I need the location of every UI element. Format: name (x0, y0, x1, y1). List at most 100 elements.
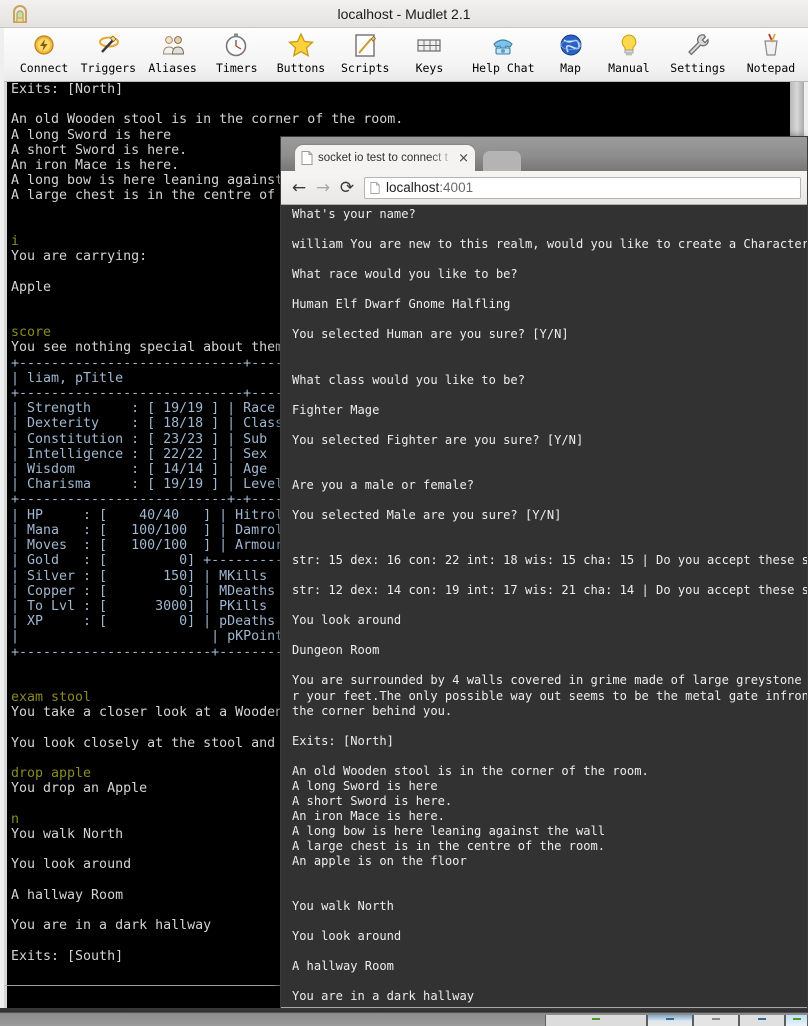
page-line (292, 884, 807, 899)
page-line: An apple is on the floor (292, 854, 467, 869)
page-line (292, 914, 807, 929)
page-line (292, 538, 807, 553)
browser-tab[interactable]: socket io test to connect t × (295, 145, 475, 171)
page-line (292, 598, 807, 613)
page-line: the corner behind you. (292, 703, 453, 718)
url-host: localhost (386, 180, 440, 195)
address-bar[interactable]: localhost:4001 (364, 176, 801, 199)
toolbar-button-triggers[interactable]: Triggers (76, 28, 140, 80)
toolbar-label: Triggers (80, 61, 137, 75)
browser-tab-strip: socket io test to connect t × (281, 137, 807, 171)
help-chat-telephone-icon (489, 31, 517, 59)
toolbar-button-notepad[interactable]: Notepad (734, 28, 808, 80)
toolbar-button-manual[interactable]: Manual (596, 28, 662, 80)
toolbar-button-buttons[interactable]: Buttons (269, 28, 333, 80)
toolbar-label: Notepad (746, 61, 796, 75)
page-line: Dungeon Room (292, 643, 380, 658)
page-line: You selected Male are you sure? [Y/N] (292, 507, 562, 522)
map-globe-icon (557, 31, 585, 59)
toolbar-label: Timers (215, 61, 258, 75)
page-line (292, 357, 807, 372)
mudlet-logo-icon (10, 4, 30, 24)
chrome-browser-window: socket io test to connect t × ← → ⟳ loca… (280, 136, 808, 1016)
new-tab-button[interactable] (483, 151, 521, 171)
page-line: A large chest is in the centre of the ro… (292, 838, 606, 853)
page-line: You are in a dark hallway (292, 989, 475, 1004)
page-line: You are surrounded by 4 walls covered in… (292, 673, 802, 688)
page-line: A long Sword is here (292, 778, 438, 793)
toolbar-button-aliases[interactable]: Aliases (140, 28, 204, 80)
page-line: What race would you like to be? (292, 267, 518, 282)
page-line: You look around (292, 929, 402, 944)
page-line: Human Elf Dwarf Gnome Halfling (292, 297, 511, 312)
mud-web-client-output: What's your name? william You are new to… (292, 207, 807, 1004)
page-line (292, 418, 807, 433)
page-line: william You are new to this realm, would… (292, 237, 807, 252)
page-line: A hallway Room (292, 959, 394, 974)
toolbar-button-help-chat[interactable]: Help Chat (462, 28, 546, 80)
desktop-taskbar (0, 1008, 808, 1026)
page-line: str: 12 dex: 14 con: 19 int: 17 wis: 21 … (292, 583, 807, 598)
toolbar-button-keys[interactable]: Keys (397, 28, 461, 80)
browser-page-content[interactable]: What's your name? william You are new to… (281, 205, 807, 1007)
toolbar-label: Manual (608, 61, 650, 75)
triggers-magicwand-icon (94, 31, 122, 59)
scripts-notepad-pencil-icon (351, 31, 379, 59)
manual-lightbulb-icon (615, 31, 643, 59)
page-line (292, 282, 807, 297)
page-line: Fighter Mage (292, 402, 380, 417)
toolbar-button-settings[interactable]: Settings (662, 28, 734, 80)
aliases-people-icon (159, 31, 187, 59)
page-line: Are you a male or female? (292, 477, 475, 492)
settings-wrench-icon (684, 31, 712, 59)
page-line (292, 658, 807, 673)
page-line (292, 222, 807, 237)
page-icon (301, 151, 313, 165)
page-line (292, 493, 807, 508)
page-line (292, 448, 807, 463)
toolbar-label: Keys (415, 61, 444, 75)
page-line: What class would you like to be? (292, 372, 525, 387)
page-line (292, 628, 807, 643)
keys-keyboard-icon (415, 31, 443, 59)
page-line (292, 312, 807, 327)
page-line: What's your name? (292, 207, 416, 221)
toolbar-label: Map (560, 61, 581, 75)
taskbar-item[interactable] (545, 1015, 647, 1026)
mudlet-toolbar: Connect Triggers Aliases Timers Buttons … (4, 28, 808, 82)
page-line (292, 719, 807, 734)
toolbar-label: Connect (19, 61, 69, 75)
page-line: Exits: [North] (292, 733, 394, 748)
taskbar-item-active[interactable] (785, 1015, 808, 1026)
taskbar-item[interactable] (693, 1015, 739, 1026)
taskbar-item[interactable] (647, 1015, 693, 1026)
close-icon[interactable]: × (458, 151, 469, 166)
address-bar-text: localhost:4001 (386, 180, 473, 195)
terminal-line: Exits: [North] (11, 82, 124, 97)
page-line (292, 388, 807, 403)
browser-tab-title: socket io test to connect t (318, 152, 448, 164)
page-line (292, 463, 807, 478)
back-icon[interactable]: ← (287, 176, 311, 200)
browser-navigation-toolbar: ← → ⟳ localhost:4001 (281, 171, 807, 205)
page-line (292, 974, 807, 989)
page-line: You selected Fighter are you sure? [Y/N] (292, 432, 584, 447)
page-line: str: 15 dex: 16 con: 22 int: 18 wis: 15 … (292, 553, 807, 568)
page-icon (370, 181, 380, 194)
page-line: You selected Human are you sure? [Y/N] (292, 327, 569, 342)
toolbar-button-map[interactable]: Map (545, 28, 596, 80)
terminal-line: An old Wooden stool is in the corner of … (11, 112, 404, 128)
page-line (292, 252, 807, 267)
forward-icon[interactable]: → (311, 176, 335, 200)
connect-icon (30, 31, 58, 59)
reload-icon[interactable]: ⟳ (335, 176, 359, 200)
toolbar-button-timers[interactable]: Timers (205, 28, 269, 80)
toolbar-button-scripts[interactable]: Scripts (333, 28, 397, 80)
toolbar-label: Aliases (148, 61, 197, 75)
taskbar-item[interactable] (739, 1015, 785, 1026)
page-line: A short Sword is here. (292, 793, 453, 808)
toolbar-button-connect[interactable]: Connect (12, 28, 76, 80)
page-line (292, 944, 807, 959)
page-line: An old Wooden stool is in the corner of … (292, 763, 649, 778)
